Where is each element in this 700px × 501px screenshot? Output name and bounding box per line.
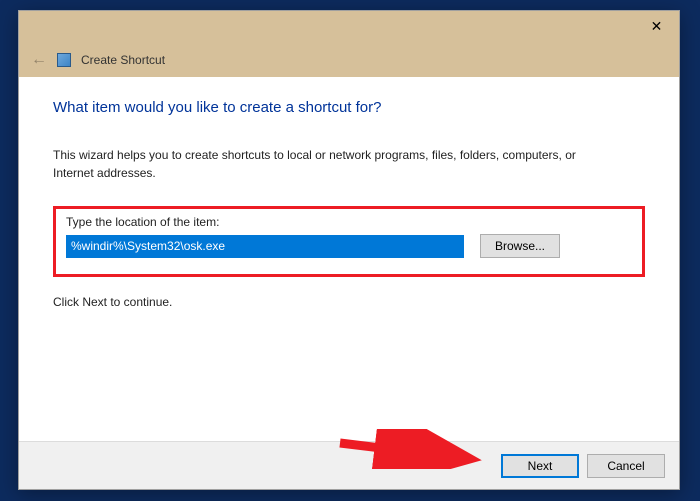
next-button[interactable]: Next	[501, 454, 579, 478]
cancel-button[interactable]: Cancel	[587, 454, 665, 478]
location-label: Type the location of the item:	[66, 215, 632, 229]
dialog-footer: Next Cancel	[19, 441, 679, 489]
back-arrow-icon: ←	[31, 51, 47, 69]
header-bar: ← Create Shortcut	[19, 42, 679, 77]
location-row: Browse...	[66, 234, 632, 258]
content-area: What item would you like to create a sho…	[19, 77, 679, 441]
browse-button[interactable]: Browse...	[480, 234, 560, 258]
create-shortcut-dialog: ✕ ← Create Shortcut What item would you …	[18, 10, 680, 490]
shortcut-wizard-icon	[57, 53, 71, 67]
close-icon: ✕	[651, 18, 663, 35]
dialog-title: Create Shortcut	[81, 53, 165, 67]
continue-instruction: Click Next to continue.	[53, 295, 645, 309]
page-description: This wizard helps you to create shortcut…	[53, 146, 613, 182]
close-button[interactable]: ✕	[634, 11, 679, 42]
page-heading: What item would you like to create a sho…	[53, 99, 645, 116]
titlebar: ✕	[19, 11, 679, 42]
location-input[interactable]	[66, 235, 464, 258]
location-section-highlight: Type the location of the item: Browse...	[53, 206, 645, 277]
